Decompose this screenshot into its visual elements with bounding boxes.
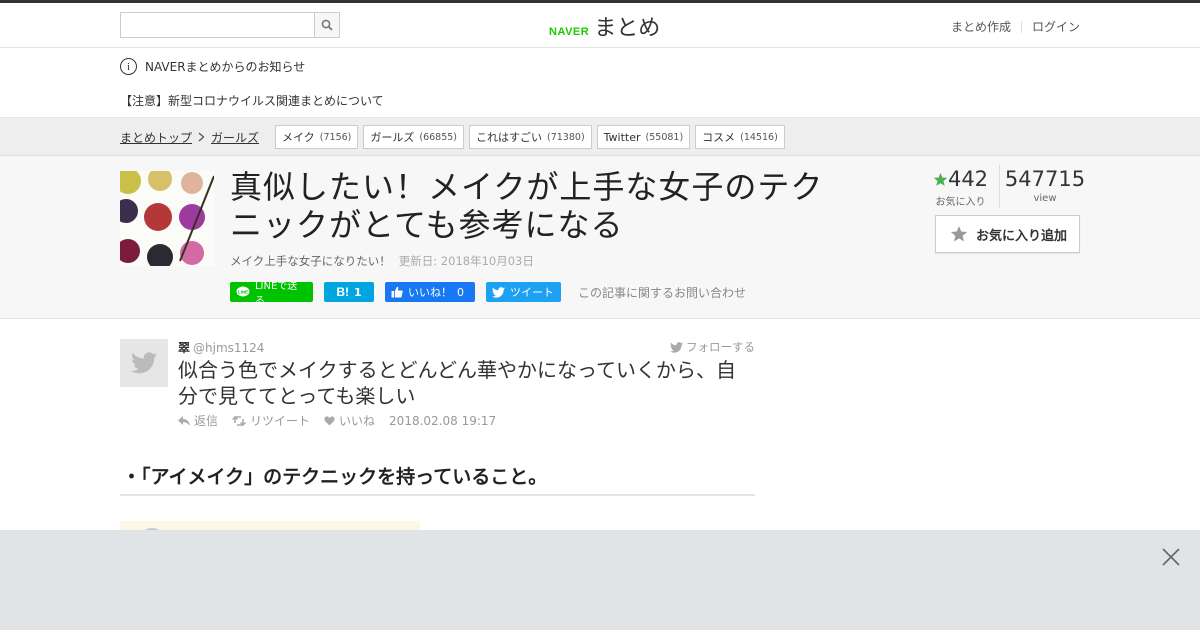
- search-button[interactable]: [314, 13, 339, 37]
- views-stat: 547715 view: [1000, 165, 1086, 208]
- create-matome-link[interactable]: まとめ作成: [951, 18, 1011, 35]
- views-label: view: [1033, 193, 1057, 204]
- reply-label: 返信: [194, 414, 219, 428]
- star-outline-icon: [950, 226, 968, 242]
- breadcrumb-top-link[interactable]: まとめトップ: [120, 129, 192, 146]
- tag-list: メイク (7156) ガールズ (66855) これはすごい (71380) Twit…: [275, 125, 785, 149]
- heart-icon: [324, 415, 335, 426]
- article-thumbnail[interactable]: [120, 171, 214, 266]
- article-meta: メイク上手な女子になりたい！ 更新日: 2018年10月03日: [230, 253, 534, 269]
- hatena-count: 1: [354, 285, 362, 299]
- retweet-action[interactable]: リツイート: [232, 412, 310, 429]
- svg-text:LINE: LINE: [238, 289, 248, 294]
- tag-item[interactable]: ガールズ (66855): [363, 125, 465, 149]
- info-notice[interactable]: i NAVERまとめからのお知らせ: [120, 58, 305, 75]
- twitter-bird-icon: [670, 341, 683, 353]
- tag-item[interactable]: コスメ (14516): [695, 125, 785, 149]
- notice-area: i NAVERまとめからのお知らせ 【注意】新型コロナウイルス関連まとめについて: [0, 48, 1200, 118]
- views-count: 547715: [1004, 167, 1086, 191]
- hatena-bookmark-button[interactable]: B! 1: [324, 282, 374, 302]
- reply-icon: [178, 415, 190, 426]
- tweet-timestamp[interactable]: 2018.02.08 19:17: [389, 414, 496, 428]
- breadcrumb-bar: まとめトップ ガールズ メイク (7156) ガールズ (66855) これはすごい…: [0, 118, 1200, 156]
- chevron-right-icon: [198, 131, 205, 145]
- search-box: [120, 12, 340, 38]
- tweet-text: 似合う色でメイクするとどんどん華やかになっていくから、自分で見ててとっても楽しい: [178, 358, 736, 408]
- embedded-tweet: 翠 @hjms1124 フォローする 似合う色でメイクするとどんどん華やかになって…: [120, 339, 755, 439]
- add-favorite-label: お気に入り追加: [976, 228, 1068, 244]
- line-share-button[interactable]: LINE LINEで送る: [230, 281, 313, 307]
- tag-item[interactable]: これはすごい (71380): [469, 125, 592, 149]
- reply-action[interactable]: 返信: [178, 412, 218, 429]
- retweet-label: リツイート: [250, 414, 311, 428]
- tweet-label: ツイート: [510, 286, 554, 299]
- close-icon[interactable]: [1162, 548, 1180, 566]
- search-icon: [321, 19, 333, 31]
- facebook-like-count: 0: [457, 285, 464, 299]
- like-label: いいね: [339, 414, 376, 428]
- tag-count: (7156): [319, 131, 352, 143]
- twitter-bird-icon: [131, 352, 157, 374]
- tweet-author-handle: @hjms1124: [193, 341, 265, 355]
- tag-count: (14516): [740, 131, 778, 143]
- header-links: まとめ作成 ログイン: [951, 18, 1080, 35]
- facebook-like-button[interactable]: いいね！ 0: [385, 282, 475, 302]
- article-title: 真似したい！メイクが上手な女子のテクニックがとても参考になる: [230, 168, 824, 244]
- breadcrumb: まとめトップ ガールズ: [120, 129, 259, 146]
- tag-label: コスメ: [702, 131, 736, 144]
- inquiry-link[interactable]: この記事に関するお問い合わせ: [578, 284, 746, 301]
- breadcrumb-category-link[interactable]: ガールズ: [211, 129, 259, 146]
- section-heading: ・「アイメイク」のテクニックを持っていること。: [120, 462, 755, 496]
- favorites-stat: 442 お気に入り: [930, 165, 1000, 208]
- retweet-icon: [232, 415, 247, 426]
- follow-button[interactable]: フォローする: [670, 339, 755, 355]
- header-divider: [1020, 20, 1022, 33]
- favorites-count: 442: [947, 167, 989, 191]
- tag-label: Twitter: [603, 130, 641, 144]
- article-header: 真似したい！メイクが上手な女子のテクニックがとても参考になる メイク上手な女子に…: [0, 156, 1200, 319]
- article-stats: 442 お気に入り 547715 view: [930, 165, 1086, 208]
- tag-count: (55081): [645, 131, 684, 143]
- thumbs-up-icon: [391, 286, 403, 298]
- tag-label: これはすごい: [476, 131, 543, 144]
- add-favorite-button[interactable]: お気に入り追加: [935, 215, 1080, 253]
- alert-notice-link[interactable]: 【注意】新型コロナウイルス関連まとめについて: [120, 92, 384, 109]
- line-icon: LINE: [236, 286, 250, 297]
- logo-brand: NAVER: [549, 26, 590, 38]
- hatena-icon: B!: [336, 285, 349, 299]
- like-action[interactable]: いいね: [324, 412, 375, 429]
- info-notice-text: NAVERまとめからのお知らせ: [145, 60, 306, 74]
- login-link[interactable]: ログイン: [1032, 18, 1080, 35]
- avatar[interactable]: [120, 339, 168, 387]
- star-icon: [933, 172, 948, 186]
- follow-label: フォローする: [686, 340, 755, 354]
- logo-text: まとめ: [594, 16, 661, 41]
- site-logo[interactable]: NAVER まとめ: [549, 10, 660, 42]
- search-input[interactable]: [121, 13, 314, 37]
- line-share-label: LINEで送る: [254, 281, 298, 307]
- info-icon: i: [120, 58, 137, 75]
- facebook-like-label: いいね！: [408, 286, 452, 299]
- tag-label: メイク: [282, 131, 315, 144]
- tag-item[interactable]: Twitter (55081): [596, 125, 691, 149]
- favorites-label: お気に入り: [935, 197, 986, 208]
- tag-label: ガールズ: [370, 131, 415, 144]
- tag-item[interactable]: メイク (7156): [275, 125, 359, 149]
- share-buttons: LINE LINEで送る B! 1 いいね！ 0 ツイート この記事に関するお問…: [230, 281, 746, 307]
- tweet-author-name: 翠: [178, 341, 191, 355]
- tweet-author[interactable]: 翠 @hjms1124: [178, 339, 264, 356]
- tweet-button[interactable]: ツイート: [486, 282, 561, 302]
- tag-count: (71380): [547, 131, 585, 143]
- site-header: NAVER まとめ まとめ作成 ログイン: [0, 3, 1200, 48]
- tag-count: (66855): [419, 131, 458, 143]
- twitter-bird-icon: [492, 286, 505, 298]
- article-subtitle: メイク上手な女子になりたい！: [230, 254, 391, 268]
- tweet-actions: 返信 リツイート いいね 2018.02.08 19:17: [178, 412, 496, 429]
- updated-date: 更新日: 2018年10月03日: [398, 254, 534, 268]
- ad-overlay-banner: [0, 530, 1200, 630]
